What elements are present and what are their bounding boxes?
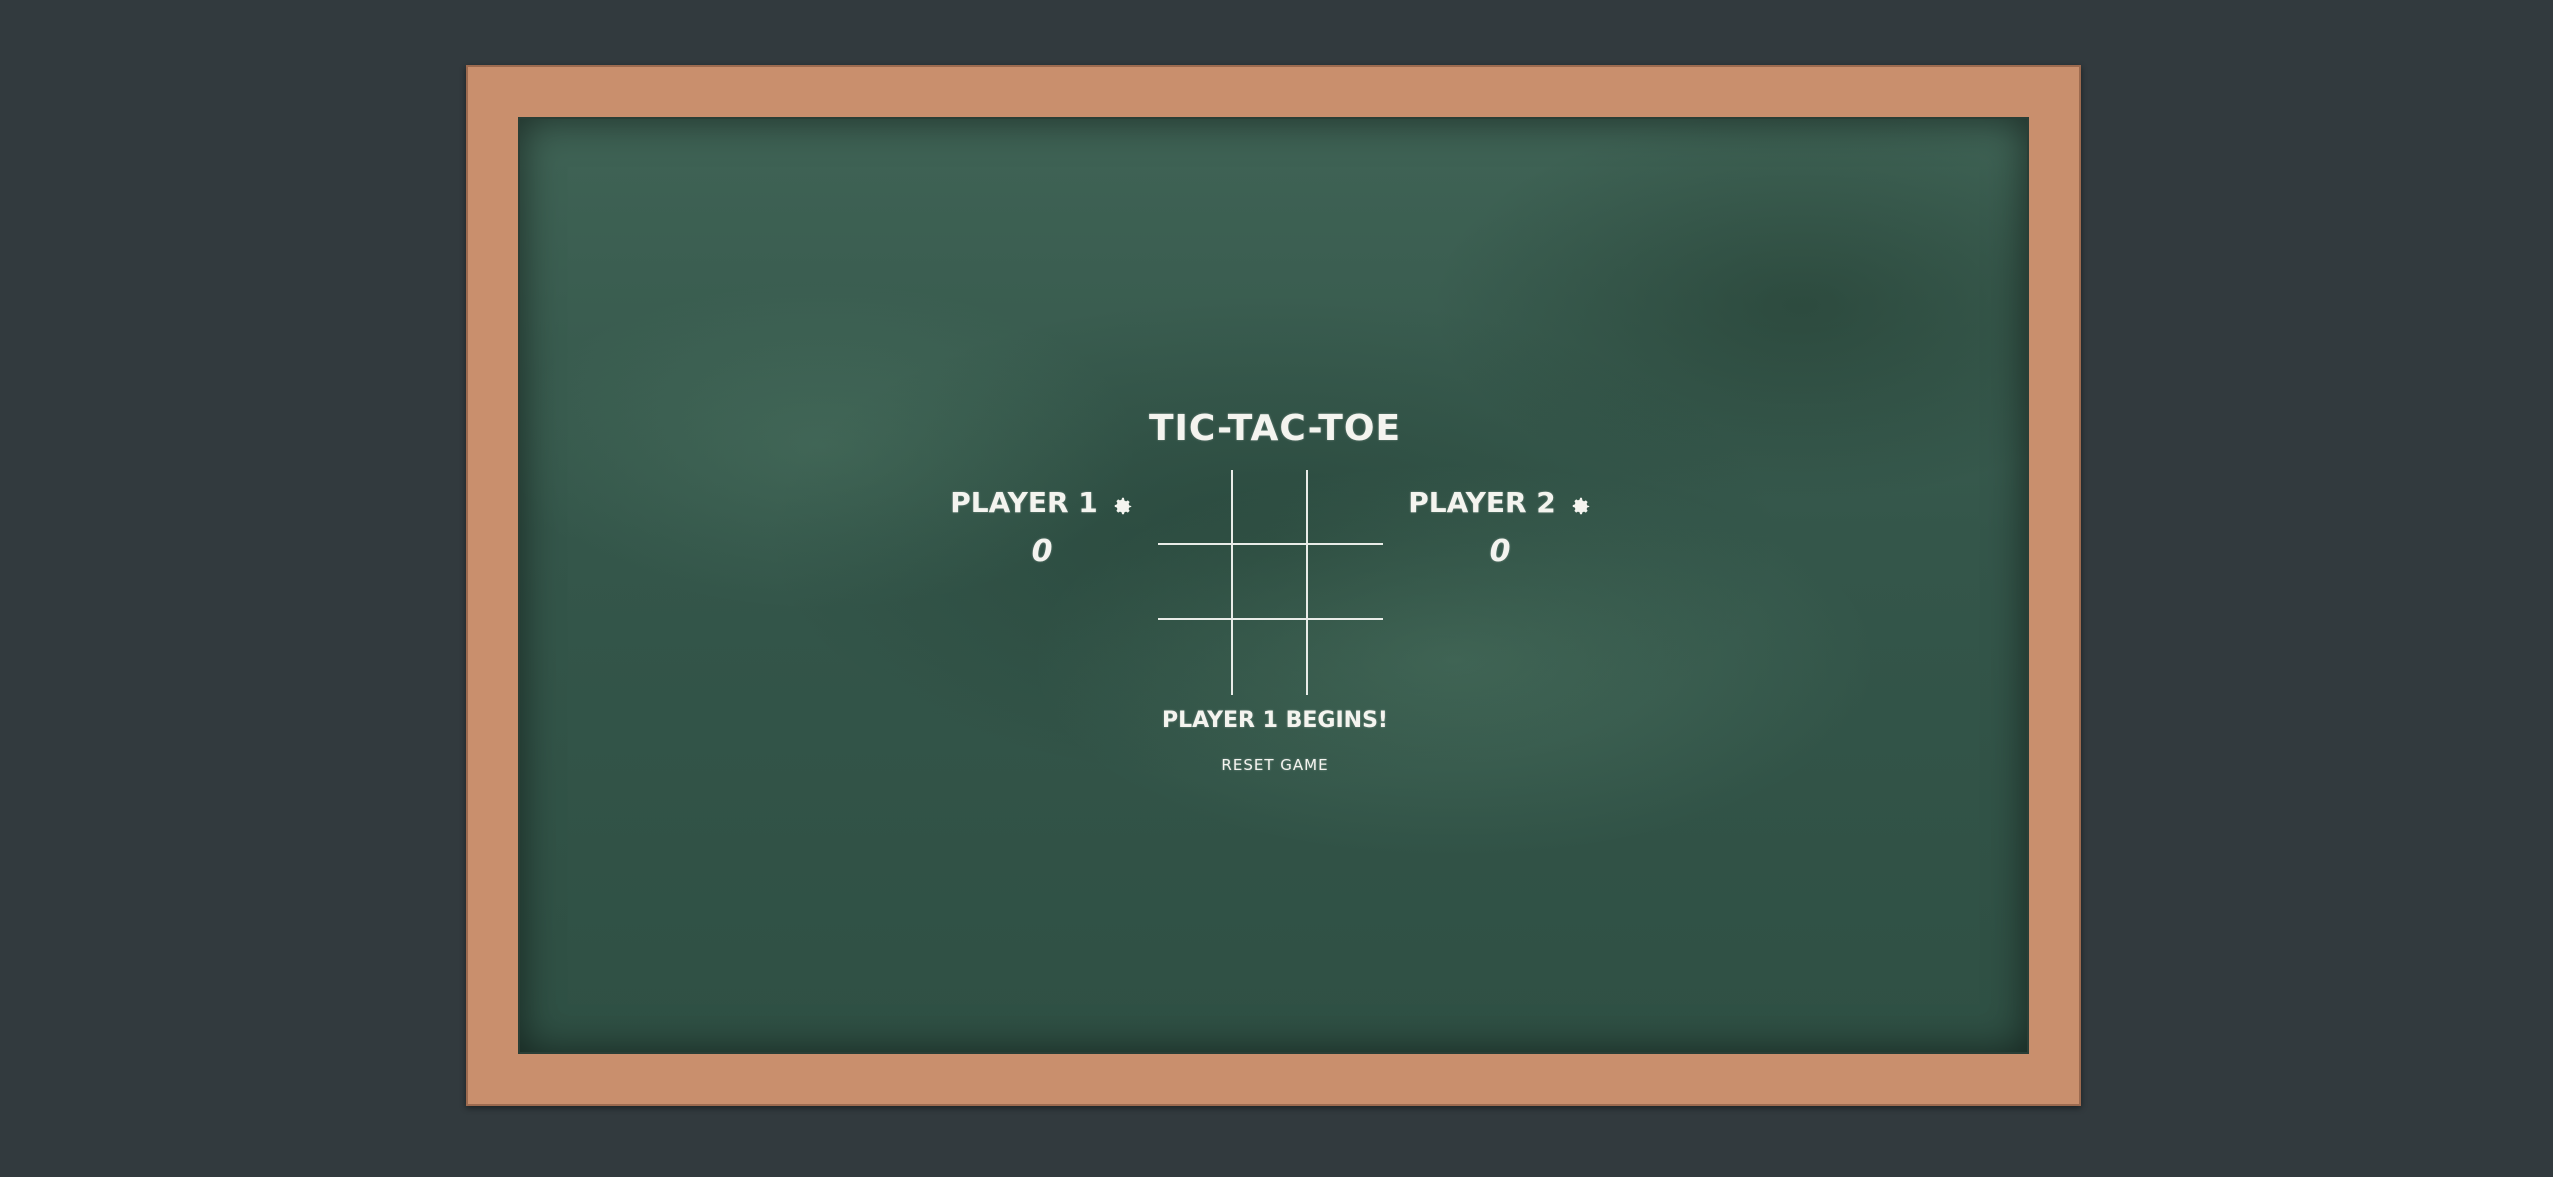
board-cell-5[interactable] [1233, 545, 1308, 620]
player-2-panel: PLAYER 2 0 [1390, 484, 1610, 569]
gear-icon[interactable] [1570, 491, 1592, 515]
game-board [1158, 470, 1383, 695]
board-cell-2[interactable] [1233, 470, 1308, 545]
board-cell-7[interactable] [1158, 620, 1233, 695]
player-1-panel: PLAYER 1 0 [932, 484, 1152, 569]
player-2-name: PLAYER 2 [1408, 485, 1556, 519]
player-1-score: 0 [1031, 534, 1053, 569]
gear-icon[interactable] [1112, 491, 1134, 515]
board-cell-3[interactable] [1308, 470, 1383, 545]
board-cell-4[interactable] [1158, 545, 1233, 620]
player-2-score: 0 [1489, 534, 1511, 569]
game-title: TIC-TAC-TOE [1148, 408, 1402, 449]
board-cell-8[interactable] [1233, 620, 1308, 695]
player-1-name: PLAYER 1 [950, 485, 1098, 519]
board-cell-6[interactable] [1308, 545, 1383, 620]
game-status: PLAYER 1 BEGINS! [1162, 708, 1388, 733]
board-cell-9[interactable] [1308, 620, 1383, 695]
board-cell-1[interactable] [1158, 470, 1233, 545]
reset-game-button[interactable]: RESET GAME [1175, 756, 1375, 774]
